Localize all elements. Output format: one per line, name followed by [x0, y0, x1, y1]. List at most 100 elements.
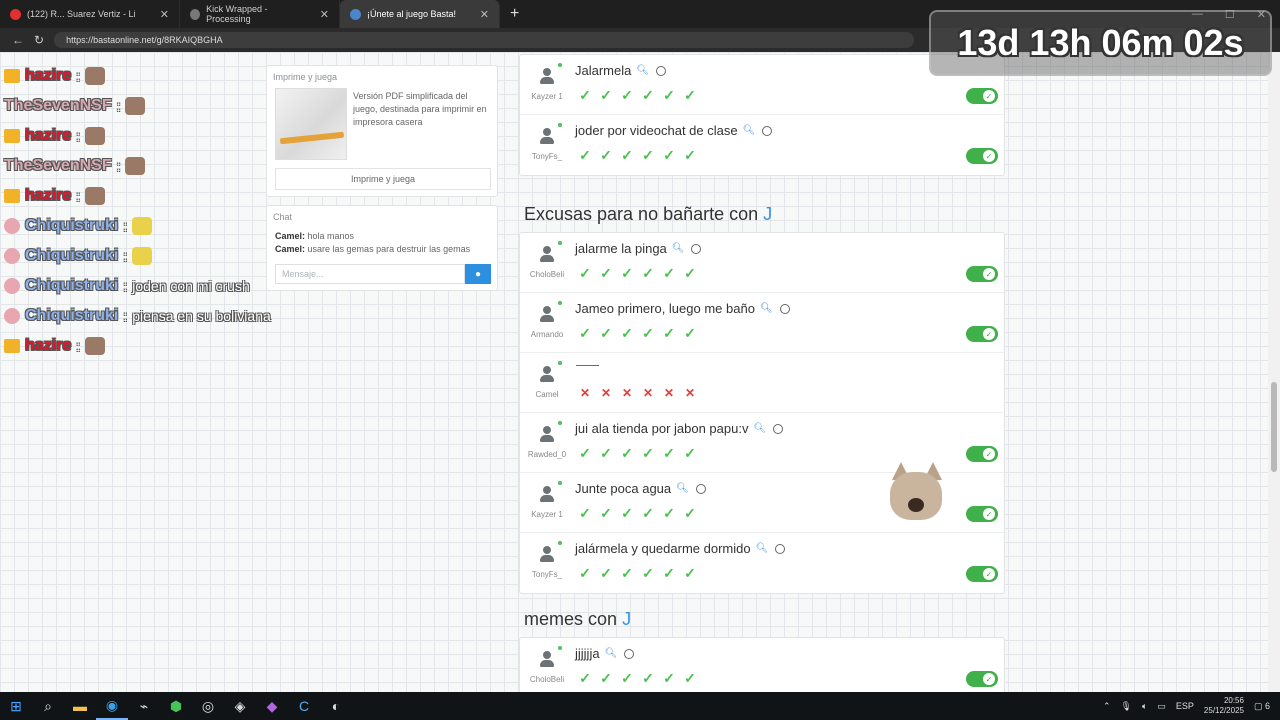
validity-toggle[interactable]: ✓ — [966, 326, 998, 342]
vote-check-icon: ✓ — [684, 325, 696, 341]
validity-toggle[interactable]: ✓ — [966, 446, 998, 462]
send-icon[interactable]: ● — [465, 264, 491, 284]
vote-check-icon: ✓ — [663, 147, 675, 163]
chat-input[interactable]: Mensaje... — [275, 264, 465, 284]
overlay-username: Chiquistruki — [25, 247, 119, 264]
vote-cross-icon: ✕ — [621, 386, 633, 400]
new-tab-button[interactable]: + — [500, 5, 529, 23]
vote-check-icon: ✓ — [579, 445, 591, 461]
cat-emote-image — [886, 462, 946, 522]
network-icon[interactable]: ▭ — [1157, 701, 1166, 712]
vote-check-icon: ✓ — [600, 147, 612, 163]
votes: ✓ ✓ ✓ ✓ ✓ ✓ — [577, 566, 698, 580]
vote-check-icon: ✓ — [642, 670, 654, 686]
online-status-dot — [558, 123, 562, 127]
search-icon[interactable]: 🔍︎ — [672, 243, 685, 254]
url-field[interactable]: https://bastaonline.net/g/8RKAIQBGHA — [54, 32, 915, 48]
validity-toggle[interactable]: ✓ — [966, 266, 998, 282]
emoji-icon[interactable] — [656, 65, 667, 76]
file-explorer-icon[interactable]: ▬ — [64, 692, 96, 720]
notification-icon[interactable]: ▢ 6 — [1254, 701, 1270, 712]
vote-check-icon: ✓ — [642, 505, 654, 521]
answer-label: Junte poca agua — [575, 481, 672, 496]
search-icon[interactable]: 🔍︎ — [743, 125, 756, 136]
emoji-icon[interactable] — [779, 303, 790, 314]
overlay-username: hazire — [25, 127, 72, 144]
scrollbar-thumb[interactable] — [1271, 382, 1277, 472]
back-icon[interactable]: ← — [12, 33, 24, 47]
clock-date: 25/12/2025 — [1203, 706, 1244, 715]
print-button[interactable]: Imprime y juega — [275, 168, 491, 190]
answer-text: Junte poca agua 🔍︎ — [575, 481, 706, 496]
validity-toggle[interactable]: ✓ — [966, 671, 998, 687]
close-tab-icon[interactable]: ✕ — [312, 8, 329, 21]
emoji-icon[interactable] — [695, 483, 706, 494]
answer-label: jjjjjja — [575, 646, 600, 661]
overlay-separator: : — [76, 128, 81, 144]
player-name: TonyFs_ — [531, 152, 563, 161]
overlay-separator: : — [76, 188, 81, 204]
vote-cross-icon: ✕ — [684, 386, 696, 400]
reload-icon[interactable]: ↻ — [34, 33, 44, 47]
emoji-icon[interactable] — [773, 423, 784, 434]
validity-toggle[interactable]: ✓ — [966, 506, 998, 522]
search-icon[interactable]: 🔍︎ — [753, 423, 766, 434]
language-indicator[interactable]: ESP — [1176, 701, 1194, 711]
emoji-icon[interactable] — [775, 543, 786, 554]
crown-badge-icon — [4, 339, 20, 353]
emoji-icon[interactable] — [691, 243, 702, 254]
app-icon[interactable]: ⬢ — [160, 692, 192, 720]
user-avatar-icon — [538, 485, 556, 503]
online-status-dot — [558, 541, 562, 545]
check-icon: ✓ — [983, 90, 995, 102]
app-icon[interactable]: C — [288, 692, 320, 720]
answer-label: Jameo primero, luego me baño — [575, 301, 755, 316]
app-icon[interactable]: ◆ — [256, 692, 288, 720]
search-icon[interactable]: 🔍︎ — [636, 65, 649, 76]
speaker-icon[interactable]: 🔈︎ — [1142, 701, 1147, 712]
search-icon[interactable]: 🔍︎ — [760, 303, 773, 314]
validity-toggle[interactable]: ✓ — [966, 566, 998, 582]
vote-check-icon: ✓ — [579, 265, 591, 281]
windows-start-icon[interactable]: ⊞ — [0, 692, 32, 720]
page-scrollbar[interactable] — [1268, 52, 1280, 692]
clock[interactable]: 20:56 25/12/2025 — [1204, 696, 1244, 716]
tab-kick[interactable]: Kick Wrapped - Processing ✕ — [180, 0, 340, 28]
emoji-icon[interactable] — [624, 648, 635, 659]
search-icon[interactable]: ⌕ — [32, 692, 64, 720]
vote-check-icon: ✓ — [642, 87, 654, 103]
search-icon[interactable]: 🔍︎ — [756, 543, 769, 554]
app-icon[interactable]: ⌁ — [128, 692, 160, 720]
validity-toggle[interactable]: ✓ — [966, 148, 998, 164]
cat-face — [890, 472, 942, 520]
search-icon[interactable]: 🔍︎ — [676, 483, 689, 494]
app-icon[interactable]: ◈ — [224, 692, 256, 720]
vote-check-icon: ✓ — [642, 147, 654, 163]
tab-youtube[interactable]: (122) R... Suarez Vertiz - Li ✕ — [0, 0, 180, 28]
emoji-icon[interactable] — [762, 125, 773, 136]
app-icon[interactable]: ◎ — [192, 692, 224, 720]
vote-check-icon: ✓ — [579, 505, 591, 521]
search-icon[interactable]: 🔍︎ — [605, 648, 618, 659]
vote-check-icon: ✓ — [663, 265, 675, 281]
microphone-icon[interactable]: 🎙︎ — [1121, 701, 1132, 712]
validity-toggle[interactable]: ✓ — [966, 88, 998, 104]
answer-label: jui ala tienda por jabon papu:v — [575, 421, 749, 436]
close-tab-icon[interactable]: ✕ — [152, 8, 169, 21]
edge-browser-icon[interactable]: ◉ — [96, 692, 128, 720]
stream-timer: 13d 13h 06m 02s — [929, 10, 1272, 76]
badge-icon — [4, 278, 20, 294]
vote-check-icon: ✓ — [600, 325, 612, 341]
chevron-up-icon[interactable]: ⌃ — [1103, 701, 1111, 712]
answer-label: jalarme la pinga — [575, 241, 667, 256]
online-status-dot — [558, 301, 562, 305]
overlay-username: hazire — [25, 337, 72, 354]
close-tab-icon[interactable]: ✕ — [472, 8, 489, 21]
vote-check-icon: ✓ — [600, 670, 612, 686]
steam-icon[interactable]: ◐ — [320, 692, 352, 720]
vote-check-icon: ✓ — [621, 445, 633, 461]
tab-basta[interactable]: ¡Únete al juego Basta! ✕ — [340, 0, 500, 28]
tab-label: Kick Wrapped - Processing — [206, 4, 268, 24]
votes: ✓ ✓ ✓ ✓ ✓ ✓ — [577, 506, 698, 520]
player-name: Camel — [535, 390, 559, 399]
